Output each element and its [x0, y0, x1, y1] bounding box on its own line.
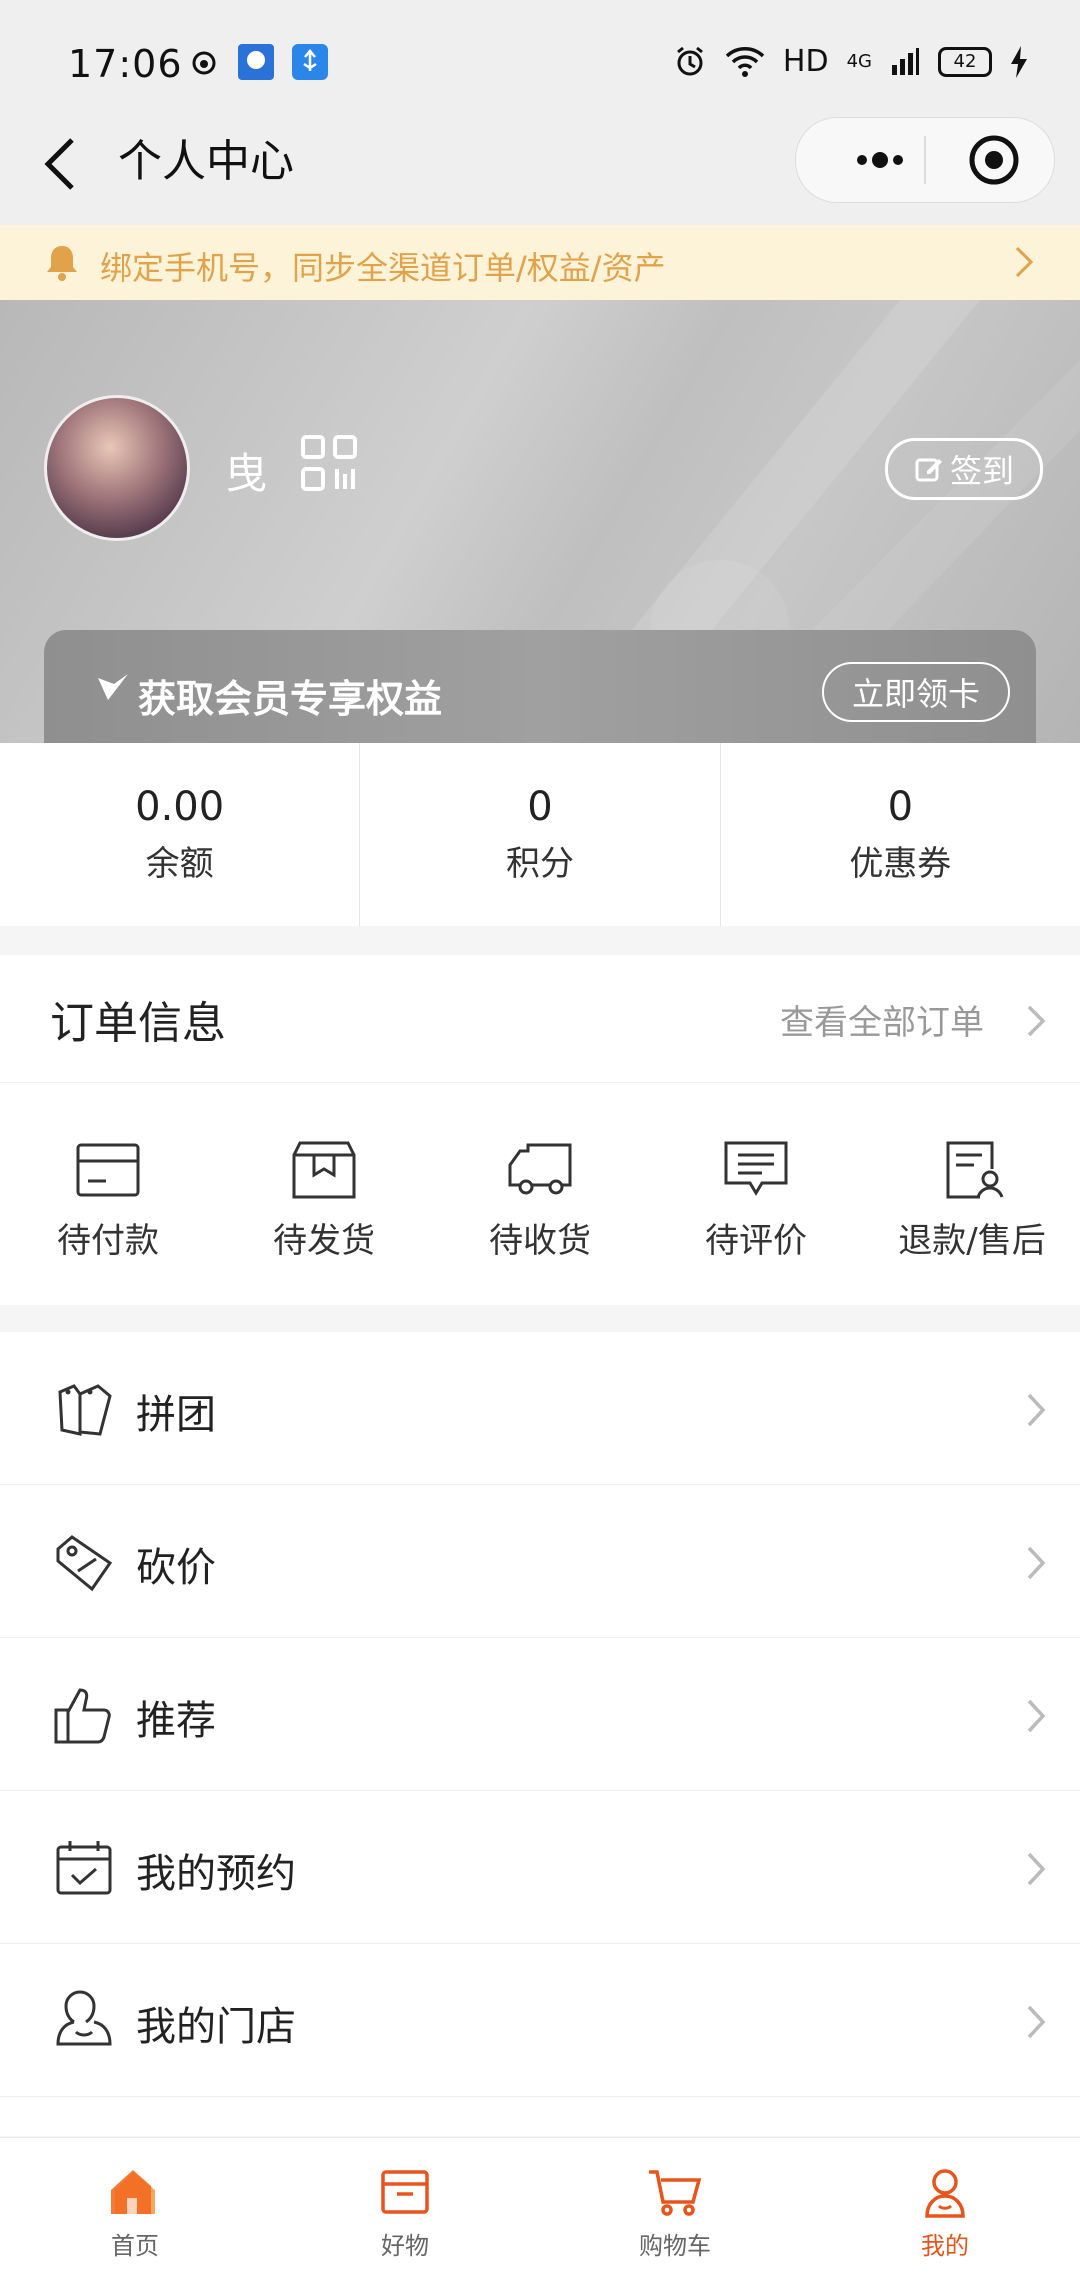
- username: 曳: [225, 449, 268, 498]
- view-all-orders-link[interactable]: 查看全部订单: [780, 995, 984, 1044]
- comment-icon: [724, 1141, 788, 1196]
- order-label: 待收货: [489, 1221, 591, 1261]
- chevron-right-icon: [1015, 246, 1034, 278]
- menu-item-group-buy[interactable]: 拼团: [0, 1332, 1080, 1485]
- truck-icon: [508, 1143, 572, 1195]
- order-pending-receipt[interactable]: 待收货: [432, 1083, 648, 1305]
- page-title: 个人中心: [118, 136, 294, 187]
- home-icon: [111, 2170, 155, 2214]
- status-left-icons: [190, 44, 328, 80]
- tab-label: 好物: [381, 2232, 429, 2260]
- avatar[interactable]: [44, 395, 190, 541]
- chevron-right-icon: [1027, 1393, 1046, 1427]
- tab-cart[interactable]: 购物车: [540, 2138, 810, 2281]
- bind-phone-text: 绑定手机号，同步全渠道订单/权益/资产: [100, 249, 666, 287]
- order-refund-aftersale[interactable]: 退款/售后: [864, 1083, 1080, 1305]
- tab-goods[interactable]: 好物: [270, 2138, 540, 2281]
- feature-menu: 拼团 砍价 推荐 我的预约 我的门店: [0, 1332, 1080, 2136]
- orders-title: 订单信息: [50, 998, 226, 1049]
- stat-value: 0: [527, 784, 553, 830]
- chevron-right-icon: [1027, 1005, 1046, 1037]
- menu-label: 推荐: [136, 1698, 216, 1744]
- signin-button[interactable]: 签到: [885, 438, 1043, 500]
- qr-code-icon[interactable]: [300, 434, 358, 492]
- stat-points[interactable]: 0 积分: [360, 743, 721, 926]
- close-mini-program-icon[interactable]: [960, 128, 1028, 192]
- tags-icon: [58, 1384, 112, 1436]
- edit-icon: [915, 458, 942, 482]
- vip-v-icon: [98, 674, 128, 700]
- tab-mine[interactable]: 我的: [810, 2138, 1080, 2281]
- refund-icon: [946, 1141, 1004, 1199]
- tab-label: 购物车: [639, 2232, 711, 2260]
- bottom-tab-bar: 首页 好物 购物车 我的: [0, 2137, 1080, 2281]
- menu-label: 我的预约: [136, 1851, 296, 1897]
- chevron-right-icon: [1027, 1699, 1046, 1733]
- menu-label: 拼团: [136, 1392, 216, 1438]
- chevron-right-icon: [1027, 2005, 1046, 2039]
- stat-label: 余额: [145, 844, 214, 884]
- wifi-icon: [725, 46, 765, 77]
- user-icon: [56, 1990, 112, 2046]
- order-pending-shipment[interactable]: 待发货: [216, 1083, 432, 1305]
- menu-label: 砍价: [136, 1545, 216, 1591]
- chevron-right-icon: [1027, 1546, 1046, 1580]
- order-label: 退款/售后: [898, 1221, 1046, 1261]
- tab-label: 我的: [921, 2232, 969, 2260]
- stat-value: 0: [887, 784, 914, 830]
- account-stats: 0.00 余额 0 积分 0 优惠券: [0, 743, 1080, 926]
- back-icon[interactable]: [40, 132, 80, 196]
- order-label: 待评价: [705, 1221, 807, 1261]
- capsule-divider: [924, 136, 926, 184]
- stat-value: 0.00: [135, 784, 225, 830]
- box-icon: [381, 2170, 429, 2214]
- menu-label: 我的门店: [136, 2004, 296, 2050]
- menu-item-bargain[interactable]: 砍价: [0, 1485, 1080, 1638]
- order-status-grid: 待付款 待发货 待收货 待评价 退款/售后: [0, 1083, 1080, 1305]
- charging-icon: [1011, 45, 1027, 78]
- bell-icon: [47, 246, 77, 281]
- thumbs-up-icon: [54, 1688, 111, 1744]
- tab-label: 首页: [111, 2232, 159, 2260]
- more-icon[interactable]: [830, 128, 930, 192]
- network-type: HD: [782, 44, 829, 79]
- status-right-icons: HD 4G 42: [673, 44, 1028, 79]
- stat-label: 优惠券: [849, 844, 952, 884]
- status-time: 17:06: [68, 42, 183, 86]
- member-card-text: 获取会员专享权益: [138, 677, 443, 721]
- profile-icon: [925, 2169, 965, 2218]
- alarm-icon: [676, 46, 703, 75]
- chevron-right-icon: [1027, 1852, 1046, 1886]
- stat-balance[interactable]: 0.00 余额: [0, 743, 361, 926]
- stat-coupons[interactable]: 0 优惠券: [721, 743, 1080, 926]
- cart-icon: [649, 2170, 702, 2216]
- order-label: 待付款: [57, 1221, 159, 1261]
- signal-type: 4G: [846, 51, 872, 72]
- signal-icon: [892, 47, 919, 75]
- order-pending-payment[interactable]: 待付款: [0, 1083, 216, 1305]
- tab-home[interactable]: 首页: [0, 2138, 270, 2281]
- order-label: 待发货: [273, 1221, 375, 1261]
- battery-indicator: 42: [938, 46, 992, 77]
- menu-item-appointments[interactable]: 我的预约: [0, 1791, 1080, 1944]
- claim-card-button[interactable]: 立即领卡: [822, 662, 1010, 722]
- battery-level: 42: [953, 51, 977, 72]
- card-icon: [76, 1143, 140, 1197]
- menu-item-recommend[interactable]: 推荐: [0, 1638, 1080, 1791]
- box-icon: [292, 1141, 356, 1199]
- order-pending-review[interactable]: 待评价: [648, 1083, 864, 1305]
- app-notification-icon: [238, 44, 274, 80]
- stat-label: 积分: [505, 844, 574, 884]
- weibo-icon: [192, 51, 216, 75]
- price-tag-icon: [56, 1535, 113, 1592]
- menu-item-my-store[interactable]: 我的门店: [0, 1944, 1080, 2097]
- usb-icon: [292, 44, 328, 80]
- signin-label: 签到: [949, 452, 1014, 490]
- calendar-check-icon: [56, 1841, 112, 1895]
